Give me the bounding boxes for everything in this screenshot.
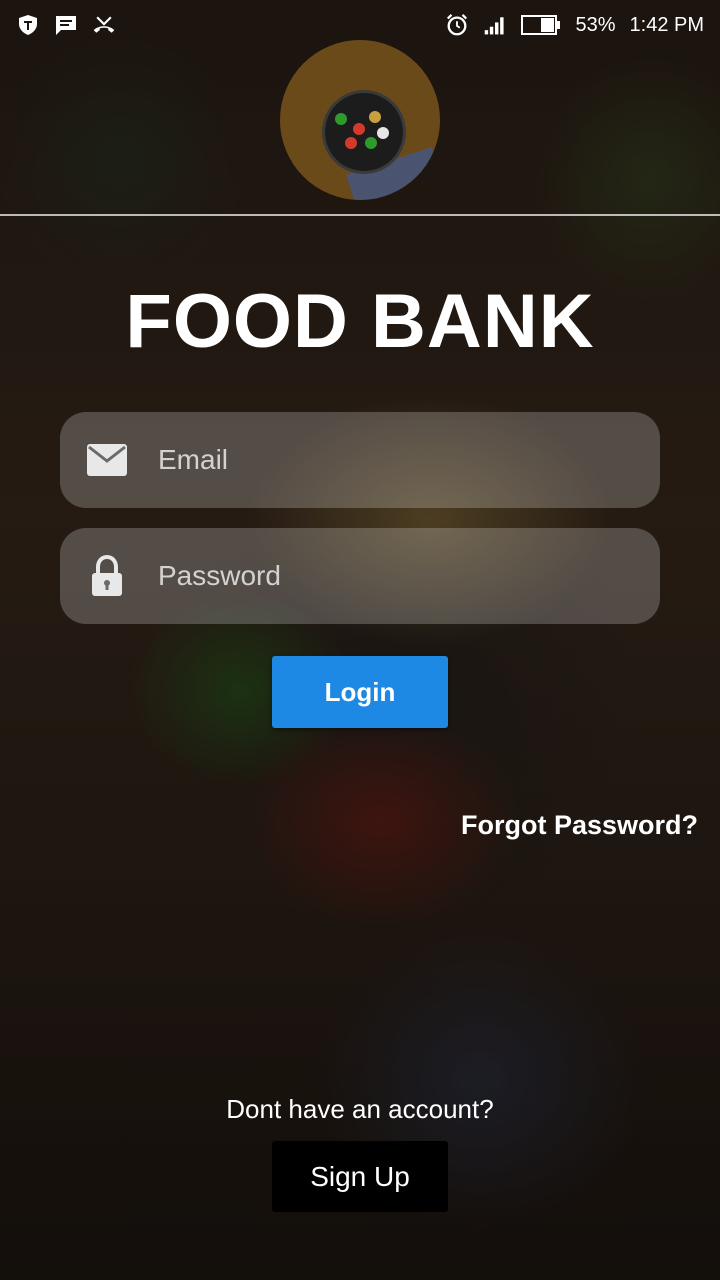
alarm-icon <box>445 13 469 37</box>
email-input[interactable] <box>156 429 600 491</box>
status-bar: 53% 1:42 PM <box>0 0 720 50</box>
shield-app-icon <box>16 13 40 37</box>
logo-bowl-detail <box>322 90 406 174</box>
lock-icon <box>86 555 128 597</box>
message-icon <box>54 13 78 37</box>
status-bar-right: 53% 1:42 PM <box>445 13 704 37</box>
battery-percent: 53% <box>575 13 616 36</box>
header-divider <box>0 214 720 216</box>
signal-icon <box>483 13 507 37</box>
signup-prompt: Dont have an account? <box>226 1094 494 1124</box>
password-field[interactable] <box>60 528 660 624</box>
email-icon <box>86 439 128 481</box>
missed-call-icon <box>92 13 116 37</box>
status-bar-left <box>16 13 116 37</box>
app-logo <box>280 40 440 200</box>
app-title: FOOD BANK <box>125 279 595 364</box>
battery-icon <box>521 13 561 37</box>
email-field[interactable] <box>60 412 660 508</box>
signup-button[interactable]: Sign Up <box>272 1141 448 1212</box>
forgot-password-link[interactable]: Forgot Password? <box>461 810 698 841</box>
login-button[interactable]: Login <box>272 656 448 728</box>
password-input[interactable] <box>156 545 600 607</box>
clock: 1:42 PM <box>629 13 704 36</box>
